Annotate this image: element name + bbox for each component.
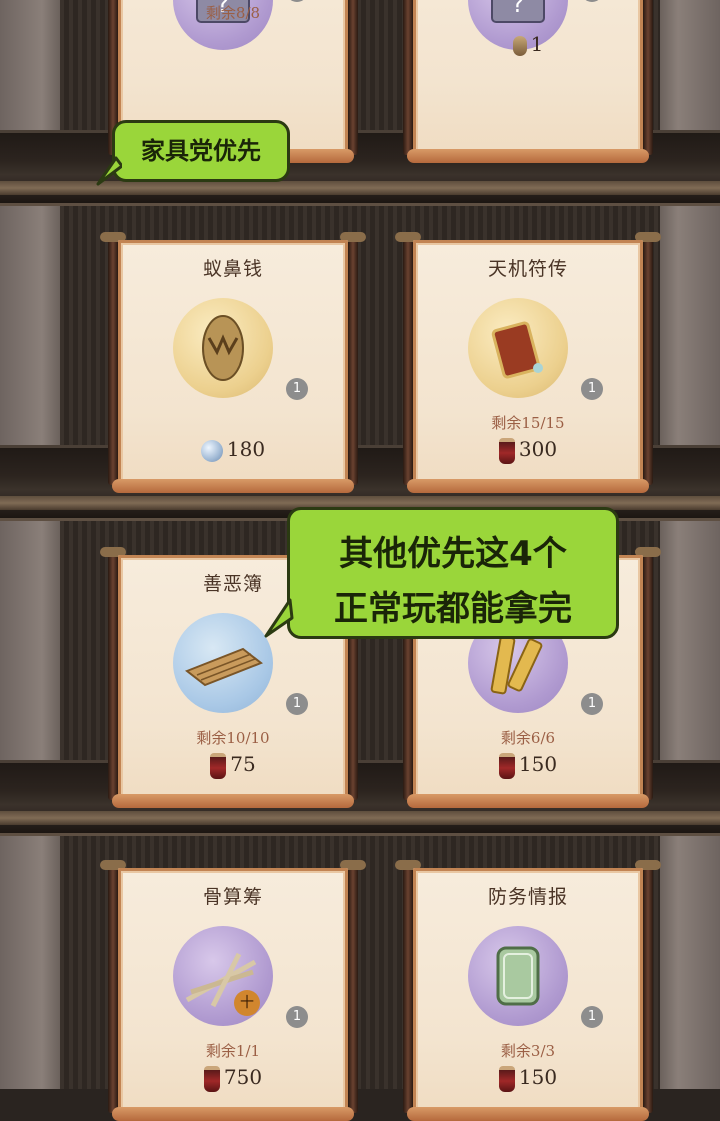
shop-item-card[interactable]: 天机符传 1 剩余15/15 300 — [395, 232, 661, 493]
item-icon-frame — [173, 613, 273, 713]
coin-currency-icon — [512, 35, 527, 56]
price-label: 180 — [118, 437, 348, 462]
antnose-coin-icon — [202, 315, 244, 381]
wine-jar-currency-icon — [203, 1065, 220, 1092]
price-value: 1 — [530, 32, 544, 56]
jade-tablet-icon — [496, 946, 540, 1006]
annotation-bubble-priority: 其他优先这4个 正常玩都能拿完 — [287, 507, 619, 639]
quantity-badge: 1 — [286, 1006, 308, 1028]
price-label: 750 — [118, 1065, 348, 1092]
shop-item-card[interactable]: 蚁鼻钱 1 180 — [100, 232, 366, 493]
bubble-line-1: 其他优先这4个 — [339, 534, 567, 574]
item-icon-frame — [173, 298, 273, 398]
wine-jar-currency-icon — [498, 1065, 515, 1092]
bubble-tail — [96, 156, 122, 186]
jade-currency-icon — [200, 439, 223, 462]
remaining-stock: 剩余8/8 — [205, 4, 261, 22]
remaining-stock: 剩余1/1 — [205, 1042, 261, 1060]
price-value: 750 — [223, 1065, 263, 1089]
wine-jar-currency-icon — [210, 752, 227, 779]
price-value: 150 — [518, 752, 558, 776]
item-icon-frame — [468, 298, 568, 398]
quantity-badge: 1 — [581, 693, 603, 715]
quantity-badge: 1 — [286, 378, 308, 400]
price-value: 150 — [518, 1065, 558, 1089]
annotation-bubble-furniture: 家具党优先 — [112, 120, 290, 182]
svg-text:?: ? — [512, 0, 525, 18]
quantity-badge: 1 — [286, 693, 308, 715]
price-value: 180 — [226, 437, 266, 461]
quantity-badge: 1 — [581, 378, 603, 400]
price-label: 150 — [413, 752, 643, 779]
item-name: 防务情报 — [487, 886, 568, 908]
remaining-stock: 剩余10/10 — [196, 729, 270, 747]
item-icon-frame — [468, 926, 568, 1026]
quantity-badge: 1 — [581, 1006, 603, 1028]
price-label: 300 — [413, 437, 643, 464]
item-name: 骨算筹 — [202, 886, 263, 908]
remaining-stock: 剩余3/3 — [500, 1042, 556, 1060]
price-label: 150 — [413, 1065, 643, 1092]
rarity-badge: 十 — [234, 990, 260, 1016]
counting-rods-icon — [185, 952, 257, 1008]
price-value: 300 — [518, 437, 558, 461]
price-value: 75 — [230, 752, 256, 776]
item-name: 天机符传 — [487, 258, 568, 280]
item-name: 蚁鼻钱 — [202, 258, 263, 280]
bubble-tail — [264, 598, 294, 638]
price-label: 75 — [118, 752, 348, 779]
remaining-stock: 剩余15/15 — [491, 414, 565, 432]
item-icon-frame — [173, 926, 273, 1026]
price-label: 1 — [413, 32, 643, 56]
bubble-line-2: 正常玩都能拿完 — [334, 589, 572, 629]
wine-jar-currency-icon — [498, 437, 515, 464]
bamboo-scroll-icon — [185, 647, 263, 687]
shop-item-card[interactable]: ? 1 1 — [403, 0, 653, 163]
wine-jar-currency-icon — [498, 752, 515, 779]
remaining-stock: 剩余6/6 — [500, 729, 556, 747]
shop-item-card[interactable]: 防务情报 1 剩余3/3 150 — [395, 860, 661, 1121]
talisman-icon — [491, 321, 543, 379]
shop-item-card[interactable]: 骨算筹 十 1 剩余1/1 750 — [100, 860, 366, 1121]
